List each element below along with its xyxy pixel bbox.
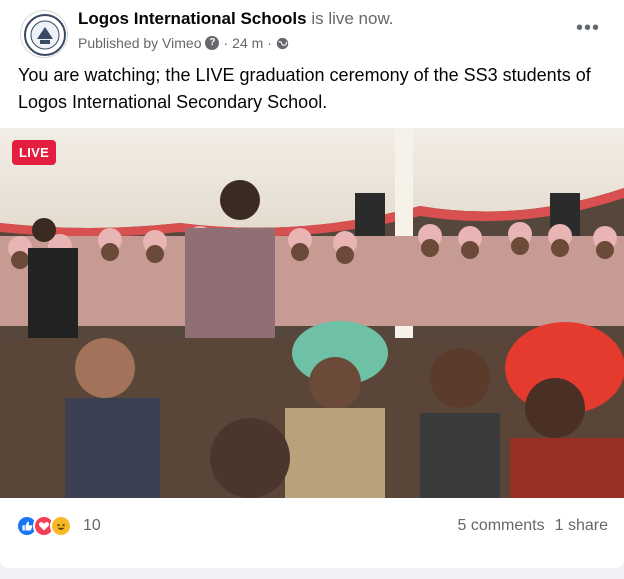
reaction-count: 10 (83, 517, 101, 534)
meta-separator: · (267, 35, 272, 51)
haha-icon (50, 515, 72, 537)
page-avatar[interactable] (20, 10, 68, 58)
post-footer: 10 5 comments 1 share (16, 506, 608, 546)
published-by-text: Published by Vimeo (78, 35, 202, 51)
shares-link[interactable]: 1 share (555, 517, 608, 535)
video-frame-image (0, 128, 624, 498)
school-logo-icon (24, 14, 66, 56)
live-status-text: is live now. (311, 9, 394, 28)
reactions-summary[interactable]: 10 (16, 515, 101, 537)
post-card: Logos International Schools is live now.… (0, 0, 624, 568)
comments-link[interactable]: 5 comments (457, 517, 544, 535)
live-video-player[interactable]: LIVE (0, 128, 624, 498)
post-time-link[interactable]: 24 m (232, 34, 263, 52)
page-name-link[interactable]: Logos International Schools (78, 9, 307, 28)
globe-icon (276, 37, 289, 49)
more-horizontal-icon: ••• (575, 16, 600, 39)
post-header: Logos International Schools is live now.… (16, 8, 608, 58)
more-options-button[interactable]: ••• (572, 14, 604, 42)
post-message: You are watching; the LIVE graduation ce… (18, 65, 591, 112)
live-badge: LIVE (12, 140, 57, 165)
help-icon[interactable]: ? (205, 36, 220, 50)
meta-separator: · (223, 35, 229, 51)
